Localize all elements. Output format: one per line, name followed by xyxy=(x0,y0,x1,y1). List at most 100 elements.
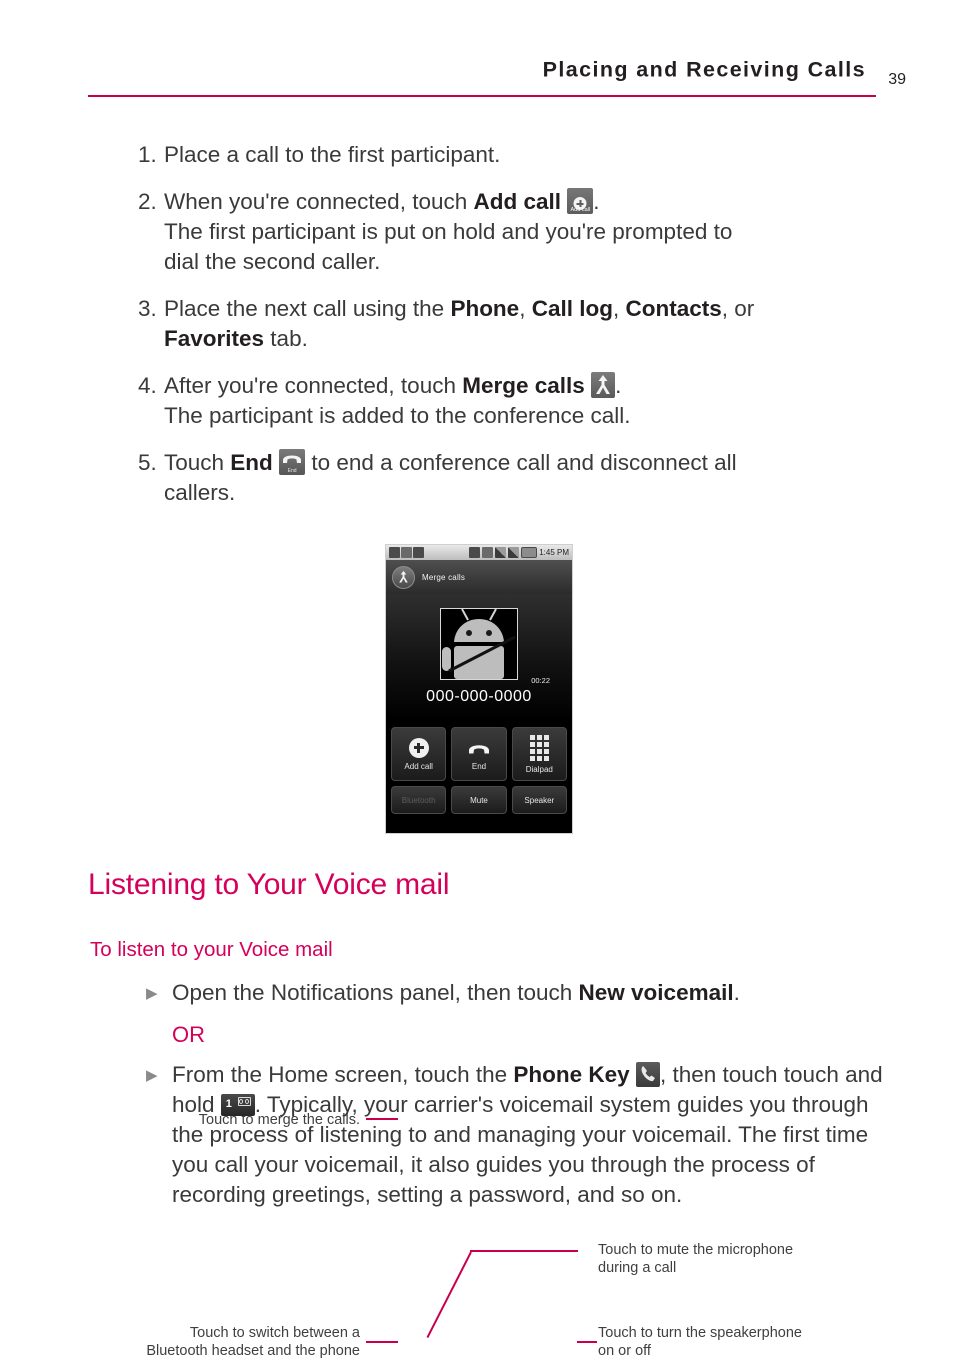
bullet-list: ▶ Open the Notifications panel, then tou… xyxy=(146,978,886,1210)
active-call-area: 00:22 000-000-0000 xyxy=(386,594,572,720)
voicemail-key-digit: 1 xyxy=(225,1098,232,1110)
page-header: Placing and Receiving Calls 39 xyxy=(0,0,954,110)
phone-icon xyxy=(413,547,424,558)
step-number: 2. xyxy=(138,189,157,214)
in-call-button-row-secondary: Bluetooth Mute Speaker xyxy=(391,786,567,814)
end-call-button[interactable]: End xyxy=(451,727,507,781)
callout-mute-line1: Touch to mute the microphone xyxy=(598,1242,794,1258)
merge-calls-circle-icon[interactable] xyxy=(392,565,415,589)
add-call-button-label: Add call xyxy=(404,761,433,771)
mute-toggle-button[interactable]: Mute xyxy=(451,786,507,814)
step-text: After you're connected, touch Merge call… xyxy=(164,371,878,431)
contact-photo xyxy=(440,608,518,680)
speaker-button-label: Speaker xyxy=(524,795,555,805)
step-5-bold-end: End xyxy=(230,450,273,475)
step-3-tail: tab. xyxy=(264,326,308,351)
callout-speaker: Touch to turn the speakerphone on or off xyxy=(598,1324,918,1360)
bluetooth-toggle-button[interactable]: Bluetooth xyxy=(391,786,447,814)
bullet-2-bold-phonekey: Phone Key xyxy=(513,1062,630,1087)
bullet-1-lead: Open the Notifications panel, then touch xyxy=(172,980,579,1005)
callout-speaker-line1: Touch to turn the speakerphone xyxy=(598,1325,802,1341)
step-text: Place a call to the first participant. xyxy=(164,140,878,170)
add-call-icon-label: Add call xyxy=(570,207,591,213)
merge-calls-bar[interactable]: Merge calls xyxy=(386,560,572,594)
bullet-text: From the Home screen, touch the Phone Ke… xyxy=(172,1060,886,1210)
dialpad-button[interactable]: Dialpad xyxy=(511,727,567,781)
step-5: 5. Touch End End to end a conference cal… xyxy=(138,448,878,508)
end-call-icon: End xyxy=(279,449,306,475)
or-separator: OR xyxy=(172,1022,205,1047)
phone-screenshot: 1:45 PM Merge calls 00:22 000-000-0000 A… xyxy=(385,544,573,834)
battery-icon xyxy=(521,547,538,558)
callout-mute: Touch to mute the microphone during a ca… xyxy=(598,1241,918,1277)
leader-line-mute-diagonal xyxy=(426,1251,472,1338)
end-call-button-label: End xyxy=(471,761,487,771)
usb-icon xyxy=(389,547,400,558)
step-3-bold-contacts: Contacts xyxy=(625,296,722,321)
voicemail-key-icon: 1 xyxy=(220,1094,255,1116)
step-number: 5. xyxy=(138,450,157,475)
call-screen-figure: Touch to merge the calls. Touch to switc… xyxy=(0,536,954,1359)
step-3-bold-calllog: Call log xyxy=(531,296,613,321)
bullet-2-lead: From the Home screen, touch the xyxy=(172,1062,514,1087)
step-3-bold-phone: Phone xyxy=(450,296,520,321)
step-1: 1. Place a call to the first participant… xyxy=(138,140,878,170)
voicemail-tape-glyph xyxy=(237,1097,251,1106)
step-3-sep-2: , xyxy=(612,296,626,321)
leader-line-speaker xyxy=(577,1341,597,1343)
bullet-1-bold-newvoicemail: New voicemail xyxy=(578,980,734,1005)
leader-line-bluetooth xyxy=(366,1341,398,1343)
step-4-bold-merge: Merge calls xyxy=(462,373,585,398)
bullet-text: Open the Notifications panel, then touch… xyxy=(172,978,886,1010)
phone-key-icon xyxy=(635,1062,660,1087)
add-call-icon xyxy=(408,737,429,758)
step-3-sep-3: , or xyxy=(721,296,755,321)
callout-bluetooth-line1: Touch to switch between a xyxy=(189,1325,360,1341)
step-2-tail: . xyxy=(593,189,600,214)
step-text: Touch End End to end a conference call a… xyxy=(164,448,878,508)
bullet-2-tail: . Typically, your carrier's voicemail sy… xyxy=(172,1092,869,1207)
step-2: 2. When you're connected, touch Add call… xyxy=(138,187,878,277)
section-title: Listening to Your Voice mail xyxy=(88,868,450,901)
merge-calls-bar-label: Merge calls xyxy=(422,572,466,582)
bullet-marker-icon: ▶ xyxy=(146,1067,158,1084)
callout-mute-line2: during a call xyxy=(598,1260,677,1276)
mute-button-label: Mute xyxy=(470,795,488,805)
page-number: 39 xyxy=(888,71,906,88)
sync-icon xyxy=(401,547,412,558)
step-5-tail: to end a conference call and disconnect … xyxy=(305,450,737,475)
leader-line-mute-horizontal xyxy=(470,1250,578,1252)
bullet-item-home-screen: ▶ From the Home screen, touch the Phone … xyxy=(146,1060,886,1210)
step-2-line3: dial the second caller. xyxy=(164,249,381,274)
status-clock: 1:45 PM xyxy=(539,547,569,557)
dialpad-button-label: Dialpad xyxy=(525,764,553,774)
step-3-bold-favorites: Favorites xyxy=(164,326,265,351)
step-number: 3. xyxy=(138,296,157,321)
network-icon xyxy=(495,547,507,558)
callout-bluetooth-line2: Bluetooth headset and the phone xyxy=(146,1343,360,1359)
end-call-icon xyxy=(468,744,489,754)
step-number: 1. xyxy=(138,142,157,167)
step-3-lead: Place the next call using the xyxy=(164,296,451,321)
vibrate-icon xyxy=(482,547,494,558)
step-3-sep-1: , xyxy=(519,296,532,321)
end-call-icon-label: End xyxy=(287,468,297,474)
step-4-line2: The participant is added to the conferen… xyxy=(164,403,631,428)
numbered-step-list: 1. Place a call to the first participant… xyxy=(138,140,878,525)
dialpad-icon xyxy=(529,734,549,761)
bullet-marker-icon: ▶ xyxy=(146,985,158,1002)
bullet-1-tail: . xyxy=(733,980,740,1005)
speaker-toggle-button[interactable]: Speaker xyxy=(511,786,567,814)
header-divider xyxy=(88,95,876,97)
callout-speaker-line2: on or off xyxy=(598,1343,651,1359)
bluetooth-button-label: Bluetooth xyxy=(401,795,436,805)
step-4-tail: . xyxy=(615,373,622,398)
signal-icon xyxy=(508,547,520,558)
section-subtitle: To listen to your Voice mail xyxy=(90,938,333,961)
add-call-icon: Add call xyxy=(567,188,594,214)
call-duration: 00:22 xyxy=(531,676,550,685)
add-call-button[interactable]: Add call xyxy=(391,727,447,781)
step-2-line2: The first participant is put on hold and… xyxy=(164,219,733,244)
step-2-bold-addcall: Add call xyxy=(473,189,562,214)
gps-icon xyxy=(469,547,481,558)
